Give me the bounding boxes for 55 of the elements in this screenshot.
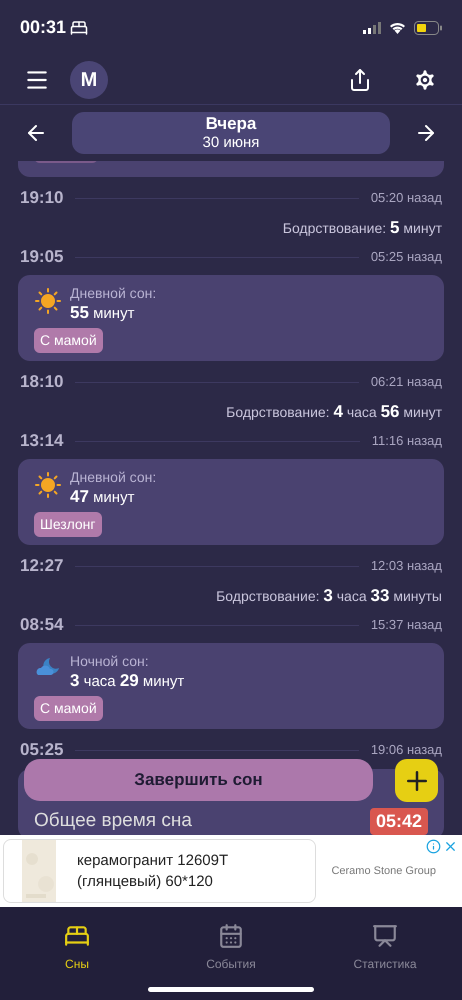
- tab[interactable]: События: [171, 923, 291, 973]
- sleep-card[interactable]: Ночной сон: 3 часа 29 минут С мамой: [18, 643, 444, 729]
- signal-icon: [363, 22, 381, 34]
- awake-duration: Бодрствование: 4 часа 56 минут: [226, 400, 442, 423]
- add-button[interactable]: [395, 759, 438, 802]
- wifi-icon: [389, 22, 406, 34]
- sun-icon: [34, 471, 62, 499]
- time-ago: 11:16 назад: [372, 432, 442, 450]
- time-ago: 19:06 назад: [370, 741, 442, 760]
- time-ago: 12:03 назад: [370, 557, 442, 576]
- sun-icon: [34, 287, 62, 315]
- share-button[interactable]: [348, 68, 372, 92]
- sleep-type: Ночной сон:: [70, 652, 150, 671]
- date-selector[interactable]: Вчера 30 июня: [72, 112, 390, 154]
- sleep-type: Дневной сон:: [70, 468, 156, 487]
- event-time: 13:14: [20, 430, 64, 452]
- ad-text: керамогранит 12609T (глянцевый) 60*120: [77, 851, 229, 892]
- calendar-icon: [218, 923, 244, 949]
- sleep-card[interactable]: Дневной сон: 47 минут Шезлонг: [18, 459, 444, 545]
- tab[interactable]: Сны: [17, 923, 137, 973]
- summary-label: Общее время сна: [34, 808, 192, 832]
- status-time: 00:31: [20, 16, 66, 39]
- awake-duration: Бодрствование: 3 часа 33 минуты: [216, 584, 442, 607]
- tag: С мамой: [34, 696, 103, 721]
- event-time: 12:27: [20, 555, 64, 578]
- bed-icon: [70, 18, 88, 36]
- time-ago: 05:25 назад: [370, 248, 442, 266]
- sleep-duration: 3 часа 29 минут: [70, 671, 184, 692]
- sleep-duration: 55 минут: [70, 303, 136, 324]
- time-ago: 05:20 назад: [370, 189, 442, 208]
- date-label: 30 июня: [202, 134, 260, 153]
- presentation-board-icon: [372, 923, 398, 949]
- battery-icon: [414, 20, 442, 34]
- advertiser-name: Ceramo Stone Group: [331, 864, 436, 879]
- tag: Шезлонг: [34, 512, 102, 537]
- event-time: 18:10: [20, 371, 64, 394]
- event-time: 08:54: [20, 614, 64, 636]
- event-time: 19:10: [20, 187, 64, 210]
- tab[interactable]: Статистика: [325, 923, 445, 973]
- event-time: 19:05: [20, 246, 64, 268]
- tag: С мамой: [34, 328, 103, 353]
- avatar[interactable]: M: [70, 60, 108, 98]
- sleep-card[interactable]: Дневной сон: 55 минут С мамой: [18, 275, 444, 361]
- close-icon[interactable]: [443, 839, 458, 854]
- sleep-type: Дневной сон:: [70, 284, 156, 303]
- time-ago: 15:37 назад: [370, 616, 442, 634]
- total-sleep-badge: 05:42: [370, 808, 428, 835]
- info-icon[interactable]: [426, 839, 441, 854]
- awake-duration: Бодрствование: 5 минут: [282, 216, 442, 239]
- finish-sleep-button[interactable]: Завершить сон: [24, 759, 373, 801]
- date-title: Вчера: [206, 113, 256, 134]
- time-ago: 06:21 назад: [370, 373, 442, 392]
- event-time: 05:25: [20, 739, 64, 762]
- sleep-duration: 47 минут: [70, 487, 136, 508]
- ad-banner[interactable]: керамогранит 12609T (глянцевый) 60*120 Ceramo Stone Group: [0, 835, 462, 907]
